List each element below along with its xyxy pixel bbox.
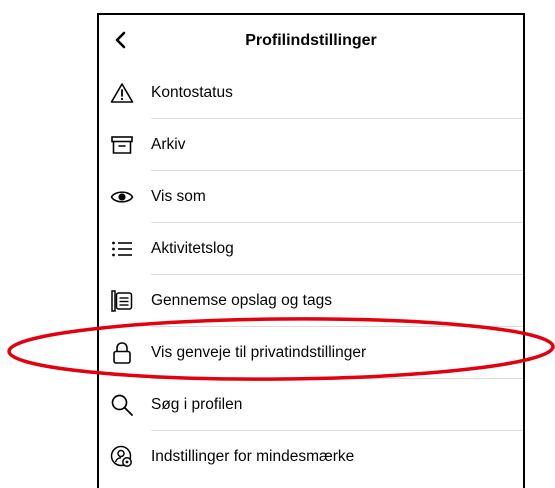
archive-box-icon: [109, 132, 135, 158]
eye-icon: [109, 184, 135, 210]
menu-item-view-as[interactable]: Vis som: [99, 171, 523, 223]
page-title: Profilindstillinger: [245, 32, 377, 49]
settings-menu: Kontostatus Arkiv Vis som Aktivitetslog …: [99, 67, 523, 483]
menu-item-privacy-shortcuts[interactable]: Vis genveje til privatindstillinger: [99, 327, 523, 379]
menu-item-activity-log[interactable]: Aktivitetslog: [99, 223, 523, 275]
memorial-settings-icon: [109, 444, 135, 470]
list-icon: [109, 236, 135, 262]
lock-icon: [109, 340, 135, 366]
menu-item-label: Aktivitetslog: [151, 240, 234, 257]
menu-item-label: Kontostatus: [151, 84, 233, 101]
review-posts-icon: [109, 288, 135, 314]
search-icon: [109, 392, 135, 418]
menu-item-label: Indstillinger for mindesmærke: [151, 448, 355, 465]
menu-item-account-status[interactable]: Kontostatus: [99, 67, 523, 119]
header: Profilindstillinger: [99, 15, 523, 67]
menu-item-memorial-settings[interactable]: Indstillinger for mindesmærke: [99, 431, 523, 483]
menu-item-label: Gennemse opslag og tags: [151, 292, 332, 309]
menu-item-review-posts[interactable]: Gennemse opslag og tags: [99, 275, 523, 327]
menu-item-search-profile[interactable]: Søg i profilen: [99, 379, 523, 431]
menu-item-label: Vis som: [151, 188, 206, 205]
warning-triangle-icon: [109, 80, 135, 106]
menu-item-label: Arkiv: [151, 136, 186, 153]
menu-item-label: Vis genveje til privatindstillinger: [151, 344, 367, 361]
menu-item-label: Søg i profilen: [151, 396, 243, 413]
settings-panel: Profilindstillinger Kontostatus Arkiv Vi…: [97, 13, 525, 488]
menu-item-archive[interactable]: Arkiv: [99, 119, 523, 171]
